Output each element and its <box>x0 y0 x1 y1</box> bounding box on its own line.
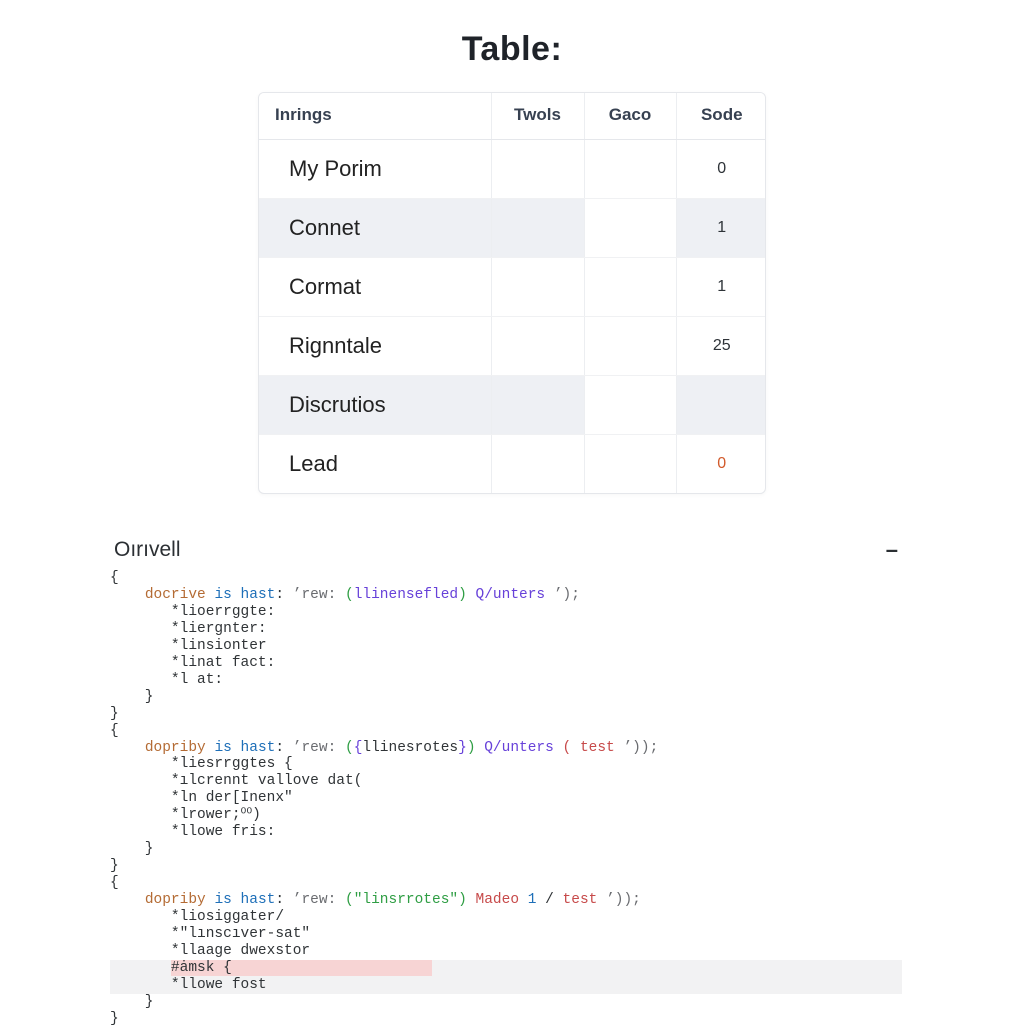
row-name-cell: Rignntale <box>259 317 491 376</box>
row-value-cell: 0 <box>676 140 766 199</box>
row-value-cell <box>584 376 676 435</box>
table-row[interactable]: Rignntale 25 <box>259 317 766 376</box>
row-value-cell: 1 <box>676 199 766 258</box>
code-block: { docrive is hast: ’rew: (llinensefled) … <box>110 570 902 1028</box>
row-value-cell <box>491 140 584 199</box>
row-value-cell <box>491 435 584 494</box>
data-table: Inrings Twols Gaco Sode My Porim 0 Connet 1… <box>258 92 766 494</box>
row-value-cell <box>491 258 584 317</box>
row-value-cell: 1 <box>676 258 766 317</box>
page-title: Table: <box>0 30 1024 69</box>
row-name-cell: Lead <box>259 435 491 494</box>
collapse-icon[interactable]: – <box>886 539 898 561</box>
col-header-sode[interactable]: Sode <box>676 93 766 140</box>
row-value-cell: 0 <box>676 435 766 494</box>
table-row[interactable]: Lead 0 <box>259 435 766 494</box>
output-panel: Oırıvell – { docrive is hast: ’rew: (lli… <box>110 538 902 1028</box>
row-value-cell <box>584 199 676 258</box>
table-header-row: Inrings Twols Gaco Sode <box>259 93 766 140</box>
row-name-cell: Discrutios <box>259 376 491 435</box>
table-row[interactable]: Connet 1 <box>259 199 766 258</box>
row-value-cell <box>584 435 676 494</box>
col-header-twols[interactable]: Twols <box>491 93 584 140</box>
row-value-cell <box>491 317 584 376</box>
row-value-cell <box>584 317 676 376</box>
row-value-cell <box>584 140 676 199</box>
output-panel-title: Oırıvell <box>114 538 181 562</box>
table-row[interactable]: Discrutios <box>259 376 766 435</box>
row-value-cell <box>491 199 584 258</box>
row-value-cell: 25 <box>676 317 766 376</box>
table-row[interactable]: Cormat 1 <box>259 258 766 317</box>
row-name-cell: My Porim <box>259 140 491 199</box>
row-value-cell <box>676 376 766 435</box>
row-name-cell: Cormat <box>259 258 491 317</box>
col-header-gaco[interactable]: Gaco <box>584 93 676 140</box>
table-row[interactable]: My Porim 0 <box>259 140 766 199</box>
row-value-cell <box>491 376 584 435</box>
row-name-cell: Connet <box>259 199 491 258</box>
row-value-cell <box>584 258 676 317</box>
col-header-inrings[interactable]: Inrings <box>259 93 491 140</box>
